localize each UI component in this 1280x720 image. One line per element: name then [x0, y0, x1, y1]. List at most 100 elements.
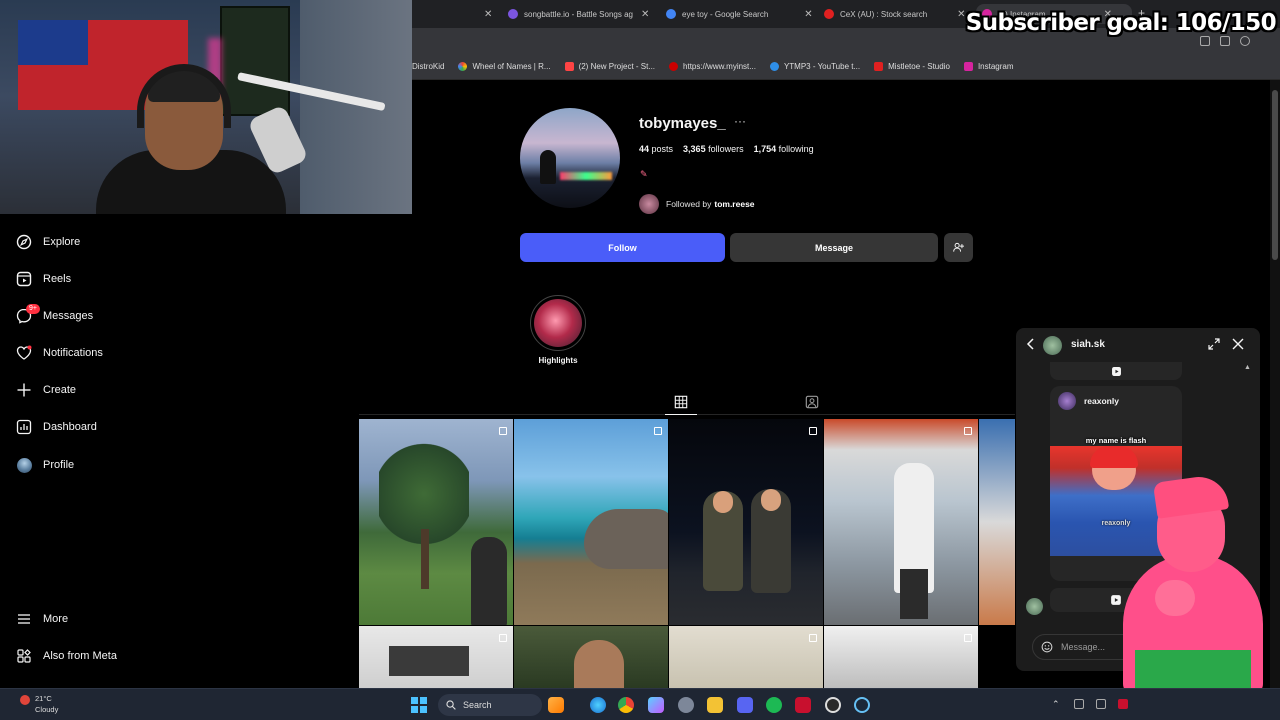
shared-reel-card[interactable] — [1050, 362, 1182, 380]
bookmark-new-project[interactable]: (2) New Project - St... — [564, 62, 655, 71]
bookmark-mistletoe[interactable]: Mistletoe - Studio — [874, 62, 950, 71]
compass-icon — [16, 234, 32, 250]
tab-songbattle[interactable]: songbattle.io - Battle Songs ag ✕ — [508, 4, 658, 24]
profile-icon[interactable] — [1240, 36, 1250, 46]
post-thumbnail[interactable] — [979, 419, 1015, 625]
bookmark-wheel-of-names[interactable]: Wheel of Names | R... — [458, 62, 551, 71]
tab-google-search[interactable]: eye toy - Google Search ✕ — [666, 4, 814, 24]
followers-stat[interactable]: 3,365 followers — [683, 144, 744, 154]
edge-icon[interactable] — [590, 697, 606, 713]
close-icon[interactable] — [1232, 338, 1244, 350]
wheel-icon — [458, 62, 468, 71]
post-thumbnail[interactable] — [669, 419, 823, 625]
spotify-icon[interactable] — [766, 697, 782, 713]
post-person-legs — [900, 569, 928, 619]
widgets-icon[interactable] — [548, 697, 564, 713]
reel-mask — [1090, 446, 1138, 468]
star-icon[interactable] — [1220, 36, 1230, 46]
tab-tagged[interactable] — [802, 395, 822, 413]
file-explorer-icon[interactable] — [707, 697, 723, 713]
weather-widget[interactable]: 21°C Cloudy — [20, 693, 58, 715]
tray-app-icon[interactable] — [1074, 699, 1084, 709]
tray-app-icon[interactable] — [1096, 699, 1106, 709]
post-thumbnail[interactable] — [359, 626, 513, 688]
bookmark-distrokid[interactable]: DistroKid — [412, 62, 444, 71]
sidebar-item-also-from-meta[interactable]: Also from Meta — [16, 644, 117, 668]
sidebar-item-profile[interactable]: Profile — [16, 453, 74, 477]
tab-favicon — [508, 9, 518, 19]
bookmark-label: Wheel of Names | R... — [472, 62, 551, 71]
settings-icon[interactable] — [678, 697, 694, 713]
sidebar-item-dashboard[interactable]: Dashboard — [16, 415, 97, 439]
close-icon[interactable]: ✕ — [641, 9, 649, 20]
sidebar-item-create[interactable]: Create — [16, 378, 76, 402]
post-shelf — [389, 646, 469, 676]
post-thumbnail[interactable] — [824, 626, 978, 688]
start-button[interactable] — [411, 697, 427, 713]
carousel-icon — [809, 427, 817, 435]
shelf — [220, 6, 290, 116]
profile-username: tobymayes_ — [639, 115, 726, 132]
sidebar-item-more[interactable]: More — [16, 607, 68, 631]
post-person — [471, 537, 507, 625]
carousel-icon — [964, 634, 972, 642]
following-stat[interactable]: 1,754 following — [754, 144, 814, 154]
steam-icon[interactable] — [854, 697, 870, 713]
suggested-accounts-button[interactable] — [944, 233, 973, 262]
sidebar-item-notifications[interactable]: Notifications — [16, 341, 103, 365]
post-thumbnail[interactable] — [514, 419, 668, 625]
expand-icon[interactable] — [1208, 338, 1220, 350]
sidebar-item-label: Reels — [43, 273, 72, 285]
more-options-icon[interactable]: ··· — [734, 114, 746, 128]
scroll-up-icon[interactable]: ▲ — [1244, 364, 1251, 371]
dm-sender-avatar — [1026, 598, 1043, 615]
discord-icon[interactable] — [737, 697, 753, 713]
post-thumbnail[interactable] — [824, 419, 978, 625]
following-label: following — [778, 144, 814, 154]
app-icon[interactable] — [795, 697, 811, 713]
obs-icon[interactable] — [825, 697, 841, 713]
myinstants-icon — [669, 62, 679, 71]
sidebar-item-label: More — [43, 613, 69, 625]
highlight-circle[interactable] — [530, 295, 586, 351]
profile-picture[interactable] — [520, 108, 620, 208]
dm-avatar[interactable] — [1043, 336, 1062, 355]
chevron-left-icon[interactable] — [1026, 338, 1036, 350]
scroll-thumb[interactable] — [1272, 90, 1278, 260]
taskbar-search[interactable]: Search — [438, 694, 542, 716]
tray-overflow-icon[interactable]: ⌃ — [1052, 699, 1062, 709]
tab-posts[interactable] — [665, 395, 697, 415]
message-button[interactable]: Message — [730, 233, 938, 262]
copilot-icon[interactable] — [648, 697, 664, 713]
profile-picture-lights — [560, 172, 612, 180]
post-thumbnail[interactable] — [514, 626, 668, 688]
post-thumbnail[interactable] — [669, 626, 823, 688]
plus-icon — [16, 382, 32, 398]
sidebar-item-messages[interactable]: 9+ Messages — [16, 304, 93, 328]
sidebar-item-explore[interactable]: Explore — [16, 230, 80, 254]
extensions-icon[interactable] — [1200, 36, 1210, 46]
post-thumbnail[interactable] — [359, 419, 513, 625]
following-count: 1,754 — [753, 144, 777, 154]
bookmark-instagram[interactable]: Instagram — [963, 62, 1014, 71]
chrome-icon[interactable] — [618, 697, 634, 713]
bookmark-ytmp3[interactable]: YTMP3 - YouTube t... — [769, 62, 860, 71]
follow-button[interactable]: Follow — [520, 233, 725, 262]
post-face — [713, 491, 733, 513]
tray-app-icon[interactable] — [1118, 699, 1128, 709]
instagram-icon — [963, 62, 973, 71]
sidebar-item-reels[interactable]: Reels — [16, 267, 71, 291]
tab-close-icon[interactable]: ✕ — [482, 4, 492, 24]
avatar — [16, 457, 32, 473]
mistletoe-icon — [874, 62, 884, 71]
page-scrollbar[interactable] — [1270, 80, 1280, 688]
shared-reel-header[interactable]: reaxonly — [1050, 386, 1182, 416]
emoji-icon[interactable] — [1041, 641, 1053, 653]
messenger-icon: 9+ — [16, 304, 40, 324]
close-icon[interactable]: ✕ — [957, 9, 965, 20]
followed-by[interactable]: Followed by tom.reese — [639, 194, 755, 214]
tab-cex[interactable]: CeX (AU) : Stock search ✕ — [824, 4, 972, 24]
dm-username[interactable]: siah.sk — [1071, 339, 1105, 350]
bookmark-myinstants[interactable]: https://www.myinst... — [669, 62, 756, 71]
close-icon[interactable]: ✕ — [804, 9, 812, 20]
